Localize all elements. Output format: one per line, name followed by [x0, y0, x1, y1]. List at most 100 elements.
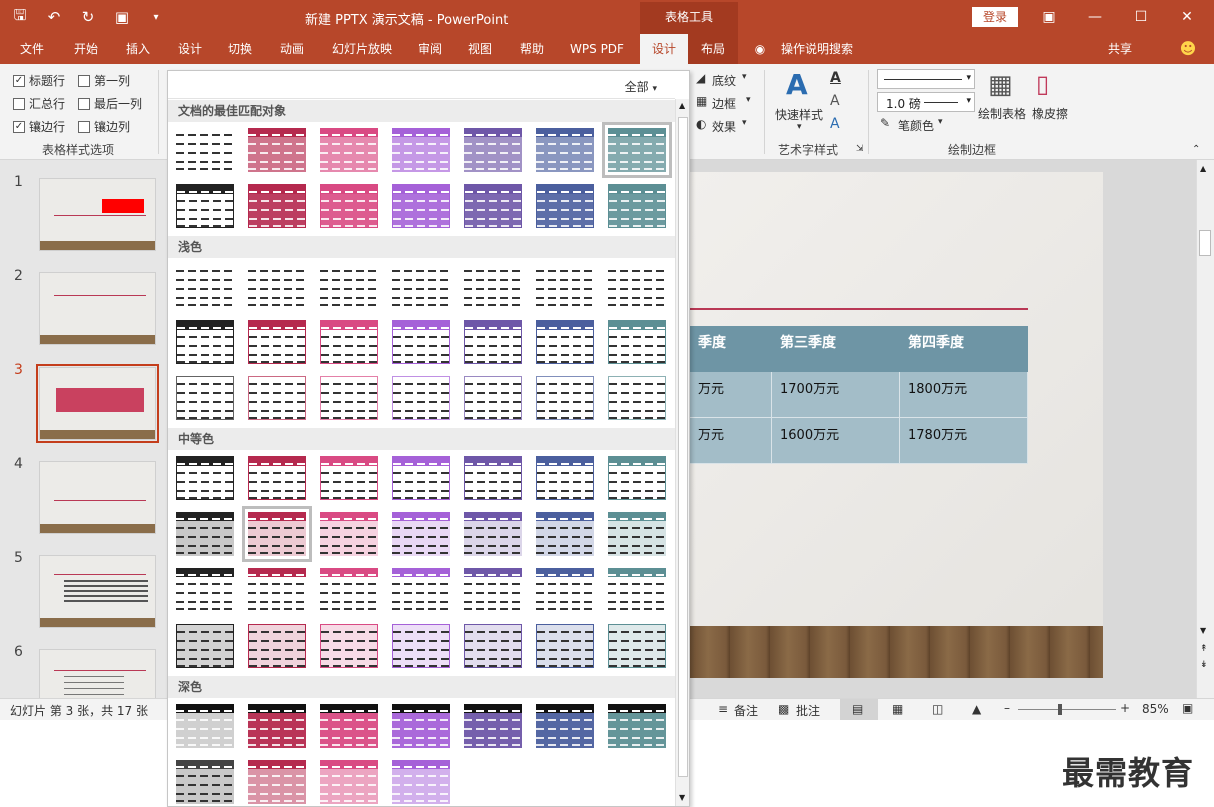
table-style-swatch[interactable] — [320, 264, 378, 308]
table-style-swatch[interactable] — [392, 456, 450, 500]
borders-button[interactable]: 边框 — [712, 95, 736, 112]
table-style-swatch[interactable] — [392, 512, 450, 556]
minimize-icon[interactable]: — — [1072, 0, 1118, 34]
tab-design[interactable]: 设计 — [166, 34, 214, 64]
table-style-swatch[interactable] — [320, 568, 378, 612]
reading-view-icon[interactable]: ◫ — [932, 702, 943, 716]
banded-rows-checkbox[interactable]: ✓ 镶边行 — [13, 118, 65, 135]
tab-view[interactable]: 视图 — [456, 34, 504, 64]
table-style-swatch[interactable] — [608, 320, 666, 364]
header-row-checkbox[interactable]: ✓ 标题行 — [13, 72, 65, 89]
normal-view-icon[interactable]: ▤ — [852, 702, 863, 716]
chevron-down-icon[interactable]: ▾ — [742, 72, 747, 82]
slide-thumbnail-2[interactable] — [39, 272, 156, 345]
table-style-swatch[interactable] — [320, 320, 378, 364]
notes-icon[interactable]: ≡ — [718, 702, 728, 716]
table-style-swatch[interactable] — [536, 184, 594, 228]
table-style-swatch[interactable] — [392, 760, 450, 804]
table-style-swatch[interactable] — [608, 376, 666, 420]
undo-icon[interactable]: ↶ — [44, 7, 64, 27]
share-button[interactable]: 共享 — [1096, 34, 1144, 64]
current-slide[interactable]: 季度 第三季度 第四季度 万元 1700万元 1800万元 万元 1600万元 … — [690, 172, 1103, 678]
table-style-swatch[interactable] — [248, 376, 306, 420]
table-cell[interactable]: 1800万元 — [900, 372, 1028, 418]
chevron-down-icon[interactable]: ▾ — [746, 95, 751, 105]
slide-thumbnail-5[interactable] — [39, 555, 156, 628]
tab-home[interactable]: 开始 — [62, 34, 110, 64]
table-style-swatch[interactable] — [248, 184, 306, 228]
next-slide-icon[interactable]: ↡ — [1200, 660, 1208, 670]
table-style-swatch[interactable] — [248, 456, 306, 500]
table-style-swatch[interactable] — [392, 264, 450, 308]
dialog-launcher-icon[interactable]: ⇲ — [856, 144, 864, 154]
tab-table-layout[interactable]: 布局 — [688, 34, 738, 64]
table-header-cell[interactable]: 季度 — [690, 326, 772, 372]
table-cell[interactable]: 1780万元 — [900, 418, 1028, 464]
table-style-swatch[interactable] — [536, 704, 594, 748]
table-style-swatch[interactable] — [536, 512, 594, 556]
table-style-swatch[interactable] — [536, 456, 594, 500]
tab-review[interactable]: 审阅 — [406, 34, 454, 64]
table-style-swatch[interactable] — [320, 376, 378, 420]
table-style-swatch[interactable] — [248, 624, 306, 668]
gallery-scrollbar[interactable]: ▲ ▼ — [675, 99, 689, 806]
login-button[interactable]: 登录 — [972, 7, 1018, 27]
zoom-slider[interactable] — [1018, 709, 1116, 710]
table-style-swatch[interactable] — [536, 264, 594, 308]
table-style-gallery[interactable]: 全部 ▾ 文档的最佳匹配对象 浅色 中等色 深色 ▲ ▼ — [167, 70, 690, 807]
table-style-swatch[interactable] — [464, 512, 522, 556]
table-style-swatch[interactable] — [464, 264, 522, 308]
quick-styles-button[interactable]: 快速样式 — [775, 106, 823, 123]
scroll-up-icon[interactable]: ▲ — [679, 101, 685, 110]
table-style-swatch[interactable] — [608, 704, 666, 748]
zoom-out-icon[interactable]: – — [1004, 701, 1010, 715]
tab-table-design[interactable]: 设计 — [640, 34, 688, 64]
table-style-swatch[interactable] — [536, 320, 594, 364]
table-style-swatch[interactable] — [608, 456, 666, 500]
tab-transitions[interactable]: 切换 — [216, 34, 264, 64]
table-style-swatch[interactable] — [536, 376, 594, 420]
scroll-up-icon[interactable]: ▲ — [1200, 164, 1206, 173]
table-style-swatch[interactable] — [602, 122, 672, 178]
vertical-scrollbar[interactable]: ▲ ▼ ↟ ↡ — [1196, 160, 1214, 698]
close-icon[interactable]: ✕ — [1164, 0, 1210, 34]
pen-style-select[interactable]: ▾ — [877, 69, 975, 89]
table-style-swatch[interactable] — [176, 568, 234, 612]
pen-weight-select[interactable]: 1.0 磅 ▾ — [877, 92, 975, 112]
slide-sorter-icon[interactable]: ▦ — [892, 702, 903, 716]
tab-slideshow[interactable]: 幻灯片放映 — [324, 34, 400, 64]
table-style-swatch[interactable] — [248, 320, 306, 364]
table-style-swatch[interactable] — [392, 568, 450, 612]
table-style-swatch[interactable] — [320, 184, 378, 228]
table-style-swatch[interactable] — [176, 456, 234, 500]
table-style-swatch[interactable] — [242, 506, 312, 562]
text-outline-icon[interactable]: A — [830, 93, 840, 109]
slideshow-view-icon[interactable]: ▲ — [972, 702, 981, 716]
slide-thumbnail-1[interactable] — [39, 178, 156, 251]
chevron-down-icon[interactable]: ▾ — [797, 122, 802, 132]
eraser-icon[interactable]: ▯ — [1036, 70, 1049, 98]
smiley-feedback-icon[interactable]: ☻ — [1176, 34, 1200, 64]
table-style-swatch[interactable] — [176, 376, 234, 420]
table-style-swatch[interactable] — [608, 184, 666, 228]
table-style-swatch[interactable] — [176, 264, 234, 308]
table-style-swatch[interactable] — [608, 512, 666, 556]
first-col-checkbox[interactable]: 第一列 — [78, 72, 130, 89]
table-style-swatch[interactable] — [392, 624, 450, 668]
comments-button[interactable]: 批注 — [796, 702, 820, 719]
tell-me-search[interactable]: 操作说明搜索 — [776, 34, 858, 64]
borders-icon[interactable]: ▦ — [696, 94, 707, 108]
table-style-swatch[interactable] — [176, 760, 234, 804]
table-style-swatch[interactable] — [320, 624, 378, 668]
table-style-swatch[interactable] — [608, 624, 666, 668]
total-row-checkbox[interactable]: 汇总行 — [13, 95, 65, 112]
table-cell[interactable]: 1700万元 — [772, 372, 900, 418]
table-style-swatch[interactable] — [608, 264, 666, 308]
table-style-swatch[interactable] — [320, 704, 378, 748]
chevron-down-icon[interactable]: ▾ — [938, 117, 943, 127]
gallery-filter-dropdown[interactable]: 全部 ▾ — [625, 78, 657, 95]
shading-button[interactable]: 底纹 — [712, 72, 736, 89]
table-header-cell[interactable]: 第三季度 — [772, 326, 900, 372]
table-style-swatch[interactable] — [464, 624, 522, 668]
table-style-swatch[interactable] — [464, 184, 522, 228]
